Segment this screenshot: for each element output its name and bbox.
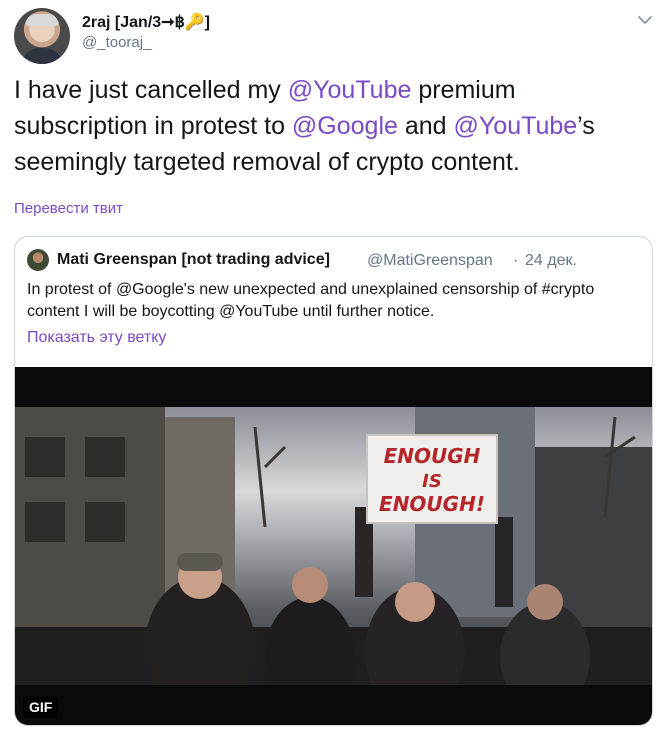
- tweet-text-part: I have just cancelled my: [14, 76, 288, 104]
- quoted-handle: @MatiGreenspan: [367, 252, 493, 269]
- display-name[interactable]: 2raj [Jan/3➞฿🔑]: [82, 12, 210, 32]
- scene-illustration: ENOUGH IS ENOUGH!: [15, 407, 652, 685]
- quoted-avatar[interactable]: [27, 249, 49, 271]
- quoted-tweet[interactable]: Mati Greenspan [not trading advice] @Mat…: [14, 236, 653, 726]
- user-handle[interactable]: @_tooraj_: [82, 34, 151, 51]
- tweet-text: I have just cancelled my @YouTube premiu…: [14, 72, 644, 180]
- chevron-down-icon[interactable]: [635, 10, 655, 30]
- sign-text-line3: ENOUGH!: [379, 492, 485, 516]
- mention-link[interactable]: @YouTube: [454, 112, 578, 140]
- quoted-date: 24 дек.: [525, 252, 577, 269]
- protest-scene: ENOUGH IS ENOUGH!: [15, 407, 652, 685]
- mention-link[interactable]: @YouTube: [288, 76, 412, 104]
- tweet-text-part: and: [397, 112, 454, 140]
- separator-dot: ·: [513, 252, 519, 269]
- gif-media[interactable]: ENOUGH IS ENOUGH! GIF: [15, 367, 652, 725]
- quoted-text: In protest of @Google's new unexpected a…: [27, 281, 595, 320]
- avatar[interactable]: [14, 8, 70, 64]
- show-thread-link[interactable]: Показать эту ветку: [27, 329, 166, 347]
- mention-link[interactable]: @Google: [292, 112, 398, 140]
- translate-tweet-link[interactable]: Перевести твит: [14, 200, 123, 217]
- gif-badge: GIF: [23, 696, 59, 718]
- quoted-display-name: Mati Greenspan [not trading advice]: [57, 251, 330, 268]
- sign-text-line1: ENOUGH: [384, 444, 481, 468]
- sign-text-line2: IS: [422, 471, 442, 492]
